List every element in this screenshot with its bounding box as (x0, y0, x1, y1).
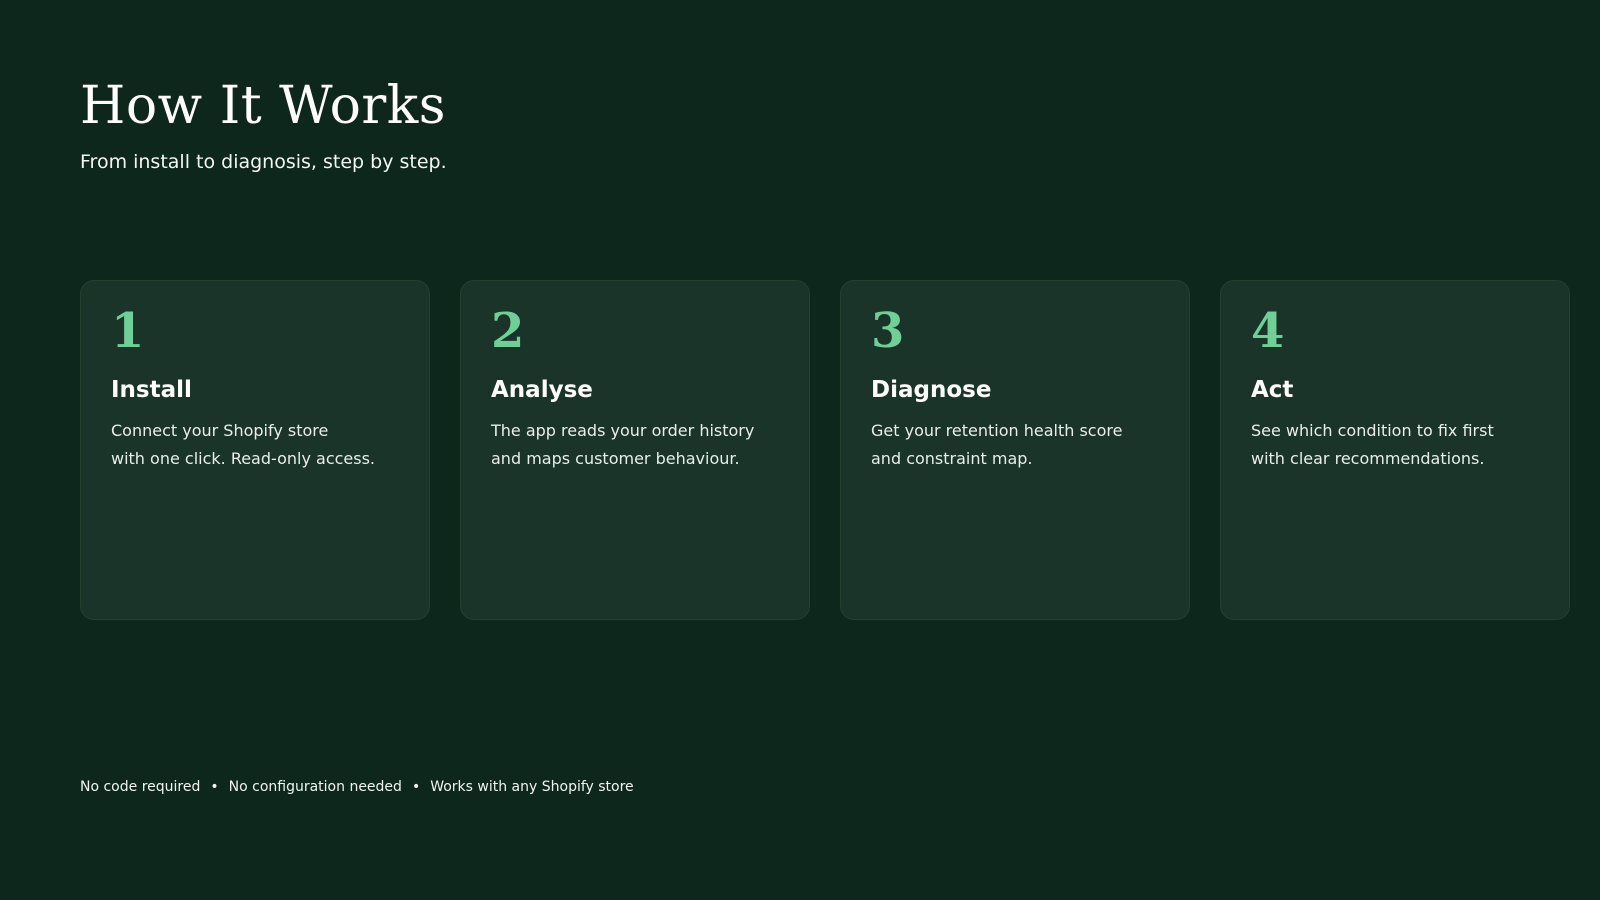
footer-separator: • (210, 779, 219, 795)
how-it-works-page: How It Works From install to diagnosis, … (0, 0, 1600, 900)
step-number: 2 (491, 303, 525, 359)
footer-item-no-configuration: No configuration needed (228, 779, 402, 795)
page-subtitle: From install to diagnosis, step by step. (80, 151, 447, 173)
step-description: Connect your Shopify store with one clic… (111, 421, 376, 468)
footer-separator: • (411, 779, 421, 795)
step-card-analyse: 2 Analyse The app reads your order histo… (460, 280, 810, 620)
footer-features: No code required • No configuration need… (80, 779, 634, 795)
step-description: Get your retention health score and cons… (871, 421, 1123, 468)
footer-item-any-store: Works with any Shopify store (430, 779, 634, 795)
footer-item-no-code: No code required (80, 779, 201, 795)
step-card-act: 4 Act See which condition to fix first w… (1220, 280, 1570, 620)
step-description: The app reads your order history and map… (491, 421, 755, 468)
step-title: Act (1251, 377, 1294, 403)
step-card-install: 1 Install Connect your Shopify store wit… (80, 280, 430, 620)
step-description: See which condition to fix first with cl… (1251, 421, 1494, 468)
step-title: Diagnose (871, 377, 992, 403)
step-number: 3 (871, 303, 905, 359)
step-title: Install (111, 377, 192, 403)
page-title: How It Works (80, 76, 446, 136)
steps-grid: 1 Install Connect your Shopify store wit… (80, 280, 1570, 620)
step-title: Analyse (491, 377, 593, 403)
step-number: 4 (1251, 303, 1285, 359)
step-number: 1 (111, 303, 145, 359)
step-card-diagnose: 3 Diagnose Get your retention health sco… (840, 280, 1190, 620)
